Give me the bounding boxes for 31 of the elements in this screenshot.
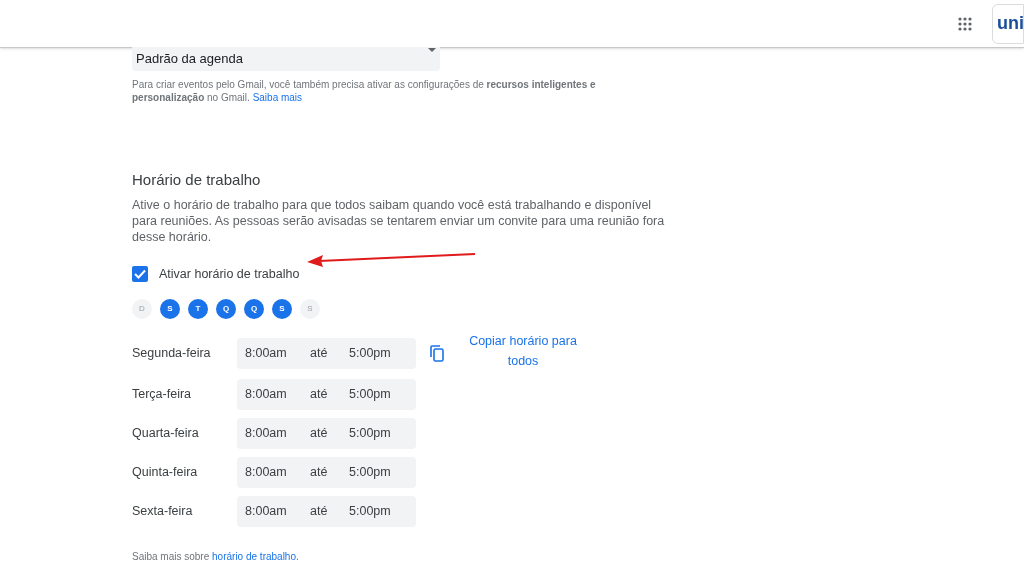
- checkbox-label: Ativar horário de trabalho: [159, 265, 300, 283]
- day-toggle[interactable]: Q: [216, 299, 236, 320]
- weekday-label: Terça-feira: [132, 386, 193, 404]
- weekday-label: Segunda-feira: [132, 344, 212, 362]
- section-title: Horário de trabalho: [132, 170, 262, 190]
- time-range-field[interactable]: 8:00am até 5:00pm: [237, 418, 416, 450]
- day-toggle[interactable]: T: [188, 299, 208, 320]
- checkbox[interactable]: [132, 265, 148, 282]
- day-toggle[interactable]: D: [132, 299, 152, 320]
- weekday-label: Sexta-feira: [132, 503, 194, 521]
- copy-schedule-link[interactable]: Copiar horário para todos: [458, 331, 588, 372]
- section-description: Ative o horário de trabalho para que todos saibam quando você está trabalhando e disponível para reuniões. As pessoas serão avisadas se tentarem enviar um convite para uma reunião fora desse horário.: [132, 196, 666, 245]
- day-toggle[interactable]: S: [160, 299, 180, 320]
- dropdown-caret-icon: [428, 48, 436, 52]
- footer-note: Saiba mais sobre horário de trabalho.: [132, 550, 300, 565]
- copy-icon[interactable]: [430, 344, 444, 362]
- time-range-field[interactable]: 8:00am até 5:00pm: [237, 496, 416, 528]
- gmail-note: Para criar eventos pelo Gmail, você também precisa ativar as configurações de recursos inteligentes e personalização no Gmail. Saiba mais: [132, 78, 597, 104]
- time-range-field[interactable]: 8:00am até 5:00pm: [237, 379, 416, 411]
- time-range-field[interactable]: 8:00am até 5:00pm: [237, 337, 416, 369]
- time-range-field[interactable]: 8:00am até 5:00pm: [237, 457, 416, 489]
- weekday-label: Quarta-feira: [132, 425, 200, 443]
- event-dropdown[interactable]: Padrão da agenda: [132, 47, 440, 71]
- working-hours-link[interactable]: horário de trabalho.: [212, 551, 299, 563]
- account-logo[interactable]: uni: [992, 3, 1024, 44]
- day-toggle[interactable]: S: [300, 299, 320, 320]
- day-toggle[interactable]: S: [272, 299, 292, 320]
- learn-more-link[interactable]: Saiba mais: [252, 92, 303, 103]
- weekday-label: Quinta-feira: [132, 464, 199, 482]
- day-toggle[interactable]: Q: [244, 299, 264, 320]
- apps-grid-icon[interactable]: [958, 16, 972, 31]
